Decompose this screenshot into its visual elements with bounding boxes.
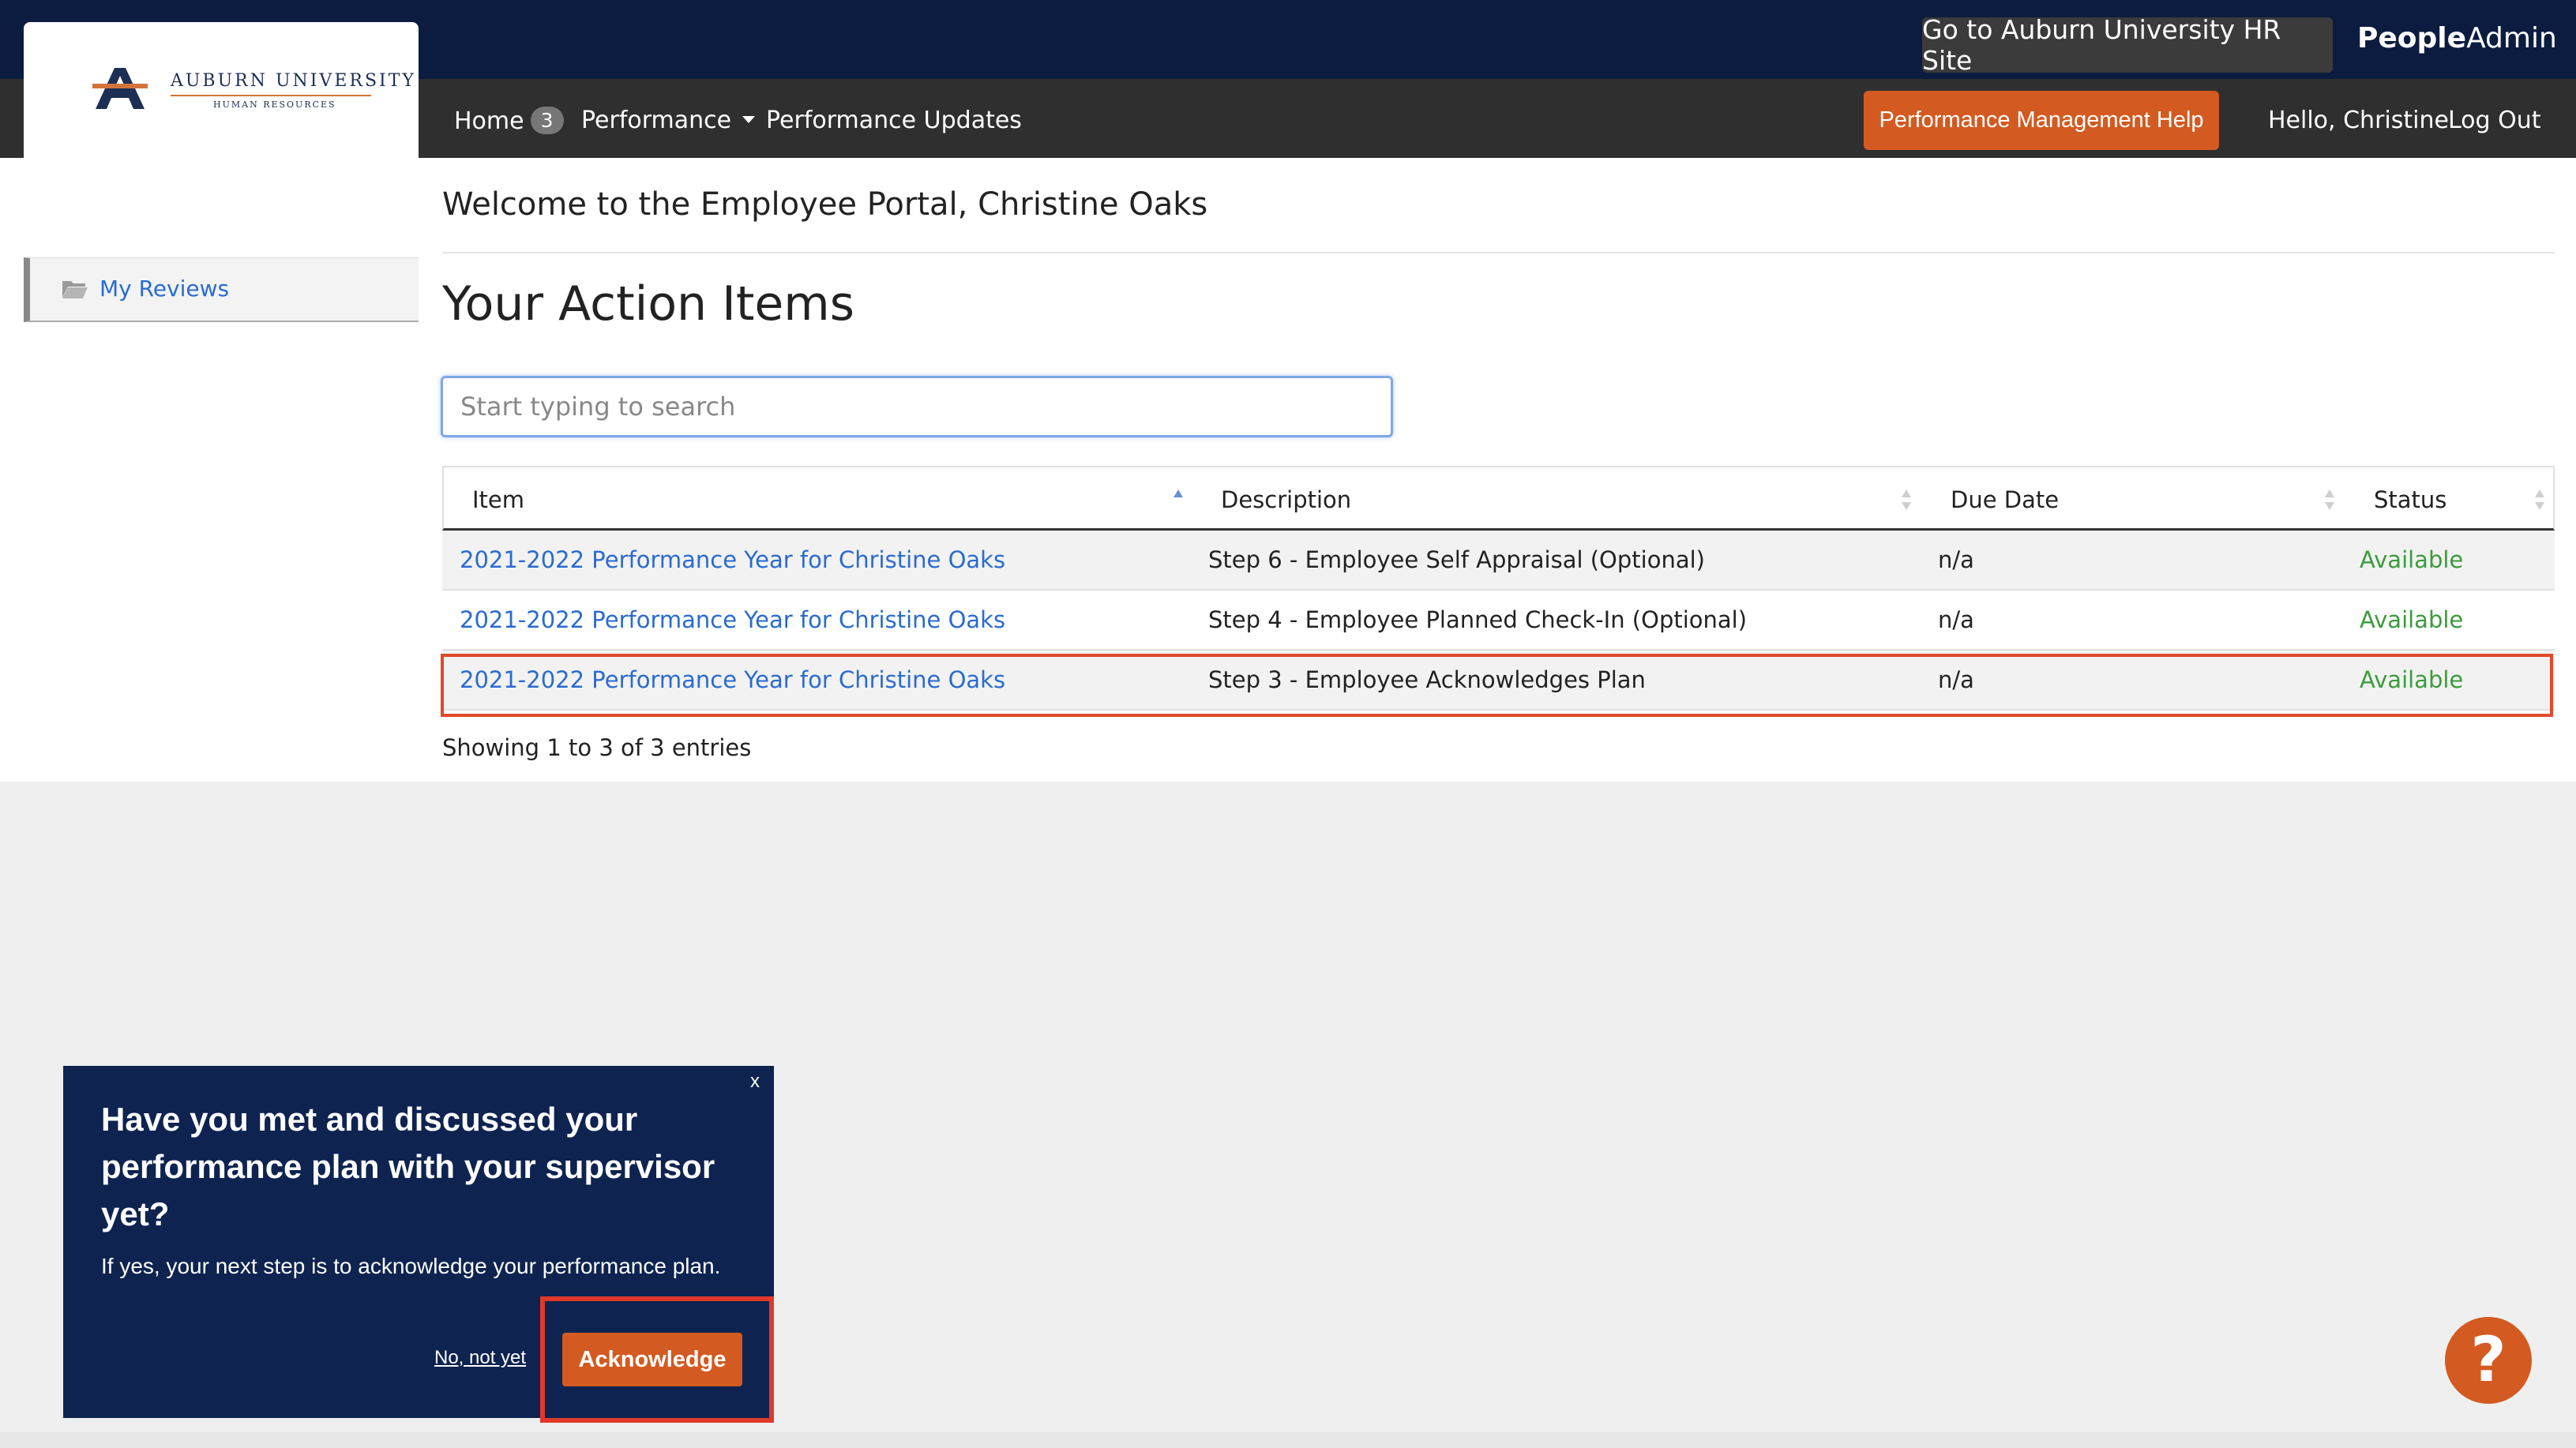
table-cell-due-date: n/a <box>1938 606 1974 633</box>
sort-icon[interactable] <box>1900 488 1913 512</box>
table-cell-status: Available <box>2360 606 2464 633</box>
table-cell-status: Available <box>2360 546 2464 573</box>
logout-link[interactable]: Log Out <box>2448 107 2541 134</box>
sidebar-item-my-reviews[interactable]: My Reviews <box>24 257 419 322</box>
table-cell-description: Step 3 - Employee Acknowledges Plan <box>1208 666 1646 693</box>
welcome-heading: Welcome to the Employee Portal, Christin… <box>442 186 1208 223</box>
table-cell-item-link[interactable]: 2021-2022 Performance Year for Christine… <box>460 666 1005 693</box>
performance-management-help-button[interactable]: Performance Management Help <box>1864 91 2219 150</box>
logo-subtext: HUMAN RESOURCES <box>213 99 336 110</box>
table-cell-description: Step 4 - Employee Planned Check-In (Opti… <box>1208 606 1748 633</box>
home-count-badge: 3 <box>530 107 564 134</box>
not-yet-link[interactable]: No, not yet <box>434 1347 526 1369</box>
table-cell-due-date: n/a <box>1938 666 1974 693</box>
brand-regular: Admin <box>2466 22 2557 54</box>
divider <box>442 252 2555 253</box>
column-header-status[interactable]: Status <box>2374 486 2446 513</box>
caret-down-icon <box>742 116 756 123</box>
column-header-due-date[interactable]: Due Date <box>1951 486 2059 513</box>
sort-icon[interactable] <box>2533 488 2546 512</box>
search-input[interactable] <box>441 376 1393 437</box>
table-cell-item-link[interactable]: 2021-2022 Performance Year for Christine… <box>460 546 1005 573</box>
nav-home-label: Home <box>454 107 524 135</box>
nav-performance-label: Performance <box>581 107 732 134</box>
auburn-logo-icon <box>92 68 148 109</box>
popup-subtext: If yes, your next step is to acknowledge… <box>101 1254 721 1278</box>
peopleadmin-brand: PeopleAdmin <box>2357 22 2557 54</box>
table-row: 2021-2022 Performance Year for Christine… <box>442 531 2555 591</box>
hr-site-button[interactable]: Go to Auburn University HR Site <box>1922 14 2333 76</box>
table-info: Showing 1 to 3 of 3 entries <box>442 734 752 761</box>
help-question-icon[interactable]: ? <box>2445 1317 2532 1404</box>
brand-bold: People <box>2357 22 2467 54</box>
page-title: Your Action Items <box>442 276 854 332</box>
column-header-item[interactable]: Item <box>472 486 524 513</box>
table-cell-description: Step 6 - Employee Self Appraisal (Option… <box>1208 546 1705 573</box>
logo-divider <box>171 95 371 96</box>
nav-performance-dropdown[interactable]: Performance <box>581 107 756 134</box>
table-cell-due-date: n/a <box>1938 546 1974 573</box>
column-header-description[interactable]: Description <box>1221 486 1351 513</box>
table-row: 2021-2022 Performance Year for Christine… <box>442 651 2555 711</box>
action-items-table: Item Description Due Date Status 2021-20… <box>442 466 2555 711</box>
nav-performance-updates[interactable]: Performance Updates <box>766 107 1022 134</box>
popup-question: Have you met and discussed your performa… <box>101 1101 715 1232</box>
table-cell-status: Available <box>2360 666 2464 693</box>
user-greeting: Hello, Christine <box>2268 107 2449 134</box>
sidebar-item-label: My Reviews <box>100 276 230 302</box>
folder-open-icon <box>62 281 88 298</box>
table-row: 2021-2022 Performance Year for Christine… <box>442 591 2555 651</box>
close-icon[interactable]: x <box>750 1071 760 1093</box>
logo-text: AUBURN UNIVERSITY <box>171 71 416 91</box>
table-header: Item Description Due Date Status <box>442 466 2555 531</box>
page-footer-strip <box>0 1432 2576 1448</box>
acknowledge-button[interactable]: Acknowledge <box>562 1333 742 1386</box>
table-cell-item-link[interactable]: 2021-2022 Performance Year for Christine… <box>460 606 1005 633</box>
nav-home[interactable]: Home 3 <box>454 107 564 135</box>
sort-icon[interactable] <box>2323 488 2336 512</box>
sort-asc-icon[interactable] <box>1172 488 1185 512</box>
logo[interactable]: AUBURN UNIVERSITY HUMAN RESOURCES <box>24 22 419 158</box>
